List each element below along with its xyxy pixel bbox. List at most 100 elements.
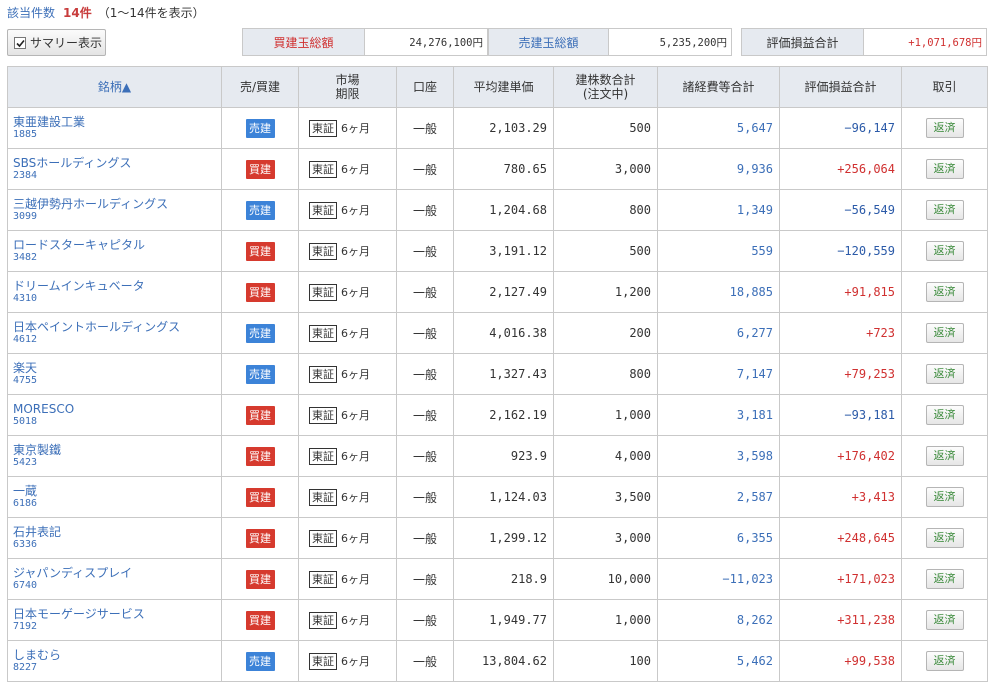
col-header-pnl: 評価損益合計 — [779, 66, 902, 108]
fees-link[interactable]: 3,598 — [737, 449, 773, 463]
fees-link[interactable]: 6,277 — [737, 326, 773, 340]
settle-button[interactable]: 返済 — [925, 487, 964, 507]
pnl-total-value: +1,071,678円 — [864, 29, 986, 55]
pnl-cell: +79,253 — [779, 353, 902, 395]
col-header-quantity-line2: (注文中) — [582, 87, 629, 101]
col-header-account: 口座 — [396, 66, 454, 108]
action-cell: 返済 — [901, 107, 988, 149]
stock-name-link[interactable]: ロードスターキャピタル — [13, 238, 221, 252]
market-badge: 東証 — [309, 529, 337, 547]
settle-button[interactable]: 返済 — [925, 528, 964, 548]
side-badge: 売建 — [245, 323, 275, 343]
stock-code: 2384 — [13, 170, 38, 181]
side-cell: 買建 — [221, 517, 299, 559]
market-cell: 東証 6ヶ月 — [298, 271, 397, 313]
stock-name-link[interactable]: SBSホールディングス — [13, 156, 221, 170]
settle-button[interactable]: 返済 — [925, 118, 964, 138]
stock-name-link[interactable]: 一蔵 — [13, 484, 221, 498]
stock-cell: しまむら 8227 — [7, 640, 222, 682]
settle-button[interactable]: 返済 — [925, 159, 964, 179]
stock-name-link[interactable]: ジャパンディスプレイ — [13, 566, 221, 580]
fees-link[interactable]: 3,181 — [737, 408, 773, 422]
settle-button[interactable]: 返済 — [925, 651, 964, 671]
stock-cell: 東京製鐵 5423 — [7, 435, 222, 477]
fees-link[interactable]: −11,023 — [722, 572, 773, 586]
col-header-action: 取引 — [901, 66, 988, 108]
settle-button[interactable]: 返済 — [925, 241, 964, 261]
fees-link[interactable]: 1,349 — [737, 203, 773, 217]
stock-name-link[interactable]: 日本ペイントホールディングス — [13, 320, 221, 334]
settle-button[interactable]: 返済 — [925, 446, 964, 466]
market-cell: 東証 6ヶ月 — [298, 640, 397, 682]
market-cell: 東証 6ヶ月 — [298, 558, 397, 600]
fees-link[interactable]: 2,587 — [737, 490, 773, 504]
fees-link[interactable]: 7,147 — [737, 367, 773, 381]
side-badge: 買建 — [245, 446, 275, 466]
result-count-bar: 該当件数 14件 （1～14件を表示） — [7, 4, 205, 22]
col-header-name[interactable]: 銘柄▲ — [7, 66, 222, 108]
account-cell: 一般 — [396, 353, 454, 395]
market-badge: 東証 — [309, 365, 337, 383]
stock-code: 4612 — [13, 334, 38, 345]
avg-price-cell: 1,204.68 — [453, 189, 554, 231]
side-cell: 買建 — [221, 230, 299, 272]
settle-button[interactable]: 返済 — [925, 282, 964, 302]
market-cell: 東証 6ヶ月 — [298, 599, 397, 641]
fees-cell: 5,647 — [657, 107, 780, 149]
stock-cell: ジャパンディスプレイ 6740 — [7, 558, 222, 600]
settle-button[interactable]: 返済 — [925, 323, 964, 343]
stock-cell: 石井表記 6336 — [7, 517, 222, 559]
settle-button[interactable]: 返済 — [925, 405, 964, 425]
market-cell: 東証 6ヶ月 — [298, 107, 397, 149]
stock-name-link[interactable]: 楽天 — [13, 361, 221, 375]
period-text: 6ヶ月 — [341, 572, 370, 586]
stock-name-link[interactable]: ドリームインキュベータ — [13, 279, 221, 293]
market-badge: 東証 — [309, 406, 337, 424]
buy-total-box: 買建玉総額 24,276,100円 — [242, 28, 488, 56]
period-text: 6ヶ月 — [341, 121, 370, 135]
fees-link[interactable]: 559 — [751, 244, 773, 258]
market-badge: 東証 — [309, 570, 337, 588]
table-row: 石井表記 6336 買建 東証 6ヶ月 一般 1,299.12 3,000 6,355 +248,… — [7, 517, 988, 559]
period-text: 6ヶ月 — [341, 244, 370, 258]
fees-cell: 9,936 — [657, 148, 780, 190]
stock-cell: 三越伊勢丹ホールディングス 3099 — [7, 189, 222, 231]
fees-link[interactable]: 9,936 — [737, 162, 773, 176]
fees-link[interactable]: 5,647 — [737, 121, 773, 135]
quantity-cell: 800 — [553, 189, 658, 231]
pnl-cell: +3,413 — [779, 476, 902, 518]
fees-cell: 3,181 — [657, 394, 780, 436]
fees-link[interactable]: 18,885 — [730, 285, 773, 299]
stock-name-link[interactable]: 三越伊勢丹ホールディングス — [13, 197, 221, 211]
action-cell: 返済 — [901, 189, 988, 231]
side-badge: 売建 — [245, 651, 275, 671]
stock-name-link[interactable]: 東京製鐵 — [13, 443, 221, 457]
settle-button[interactable]: 返済 — [925, 364, 964, 384]
fees-link[interactable]: 6,355 — [737, 531, 773, 545]
summary-toggle-button[interactable]: サマリー表示 — [7, 29, 106, 56]
stock-name-link[interactable]: 日本モーゲージサービス — [13, 607, 221, 621]
stock-name-link[interactable]: MORESCO — [13, 402, 221, 416]
quantity-cell: 1,000 — [553, 599, 658, 641]
quantity-cell: 3,500 — [553, 476, 658, 518]
table-row: 一蔵 6186 買建 東証 6ヶ月 一般 1,124.03 3,500 2,587 +3,413 返… — [7, 476, 988, 518]
pnl-cell: −56,549 — [779, 189, 902, 231]
stock-name-link[interactable]: しまむら — [13, 648, 221, 662]
checkbox-checked-icon[interactable] — [14, 36, 26, 49]
market-cell: 東証 6ヶ月 — [298, 435, 397, 477]
action-cell: 返済 — [901, 312, 988, 354]
side-cell: 買建 — [221, 558, 299, 600]
fees-cell: −11,023 — [657, 558, 780, 600]
side-badge: 買建 — [245, 159, 275, 179]
table-header-row: 銘柄▲ 売/買建 市場 期限 口座 平均建単価 建株数合計 (注文中) 諸経費等合計… — [7, 66, 988, 108]
settle-button[interactable]: 返済 — [925, 610, 964, 630]
stock-name-link[interactable]: 石井表記 — [13, 525, 221, 539]
fees-link[interactable]: 8,262 — [737, 613, 773, 627]
avg-price-cell: 780.65 — [453, 148, 554, 190]
stock-name-link[interactable]: 東亜建設工業 — [13, 115, 221, 129]
fees-link[interactable]: 5,462 — [737, 654, 773, 668]
table-row: 日本ペイントホールディングス 4612 売建 東証 6ヶ月 一般 4,016.38 200 6,… — [7, 312, 988, 354]
side-cell: 買建 — [221, 599, 299, 641]
settle-button[interactable]: 返済 — [925, 569, 964, 589]
settle-button[interactable]: 返済 — [925, 200, 964, 220]
